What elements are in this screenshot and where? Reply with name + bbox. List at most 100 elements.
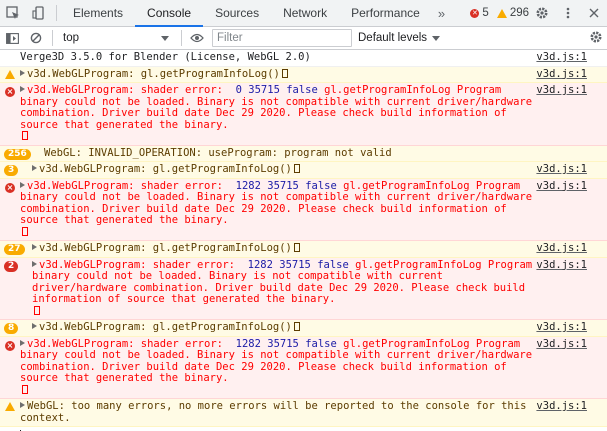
message-text: Verge3D 3.5.0 for Blender (License, WebG… bbox=[20, 51, 583, 64]
console-error-message[interactable]: × v3d.WebGLProgram: shader error: 0 35715… bbox=[0, 83, 607, 146]
error-arg: 1282 bbox=[235, 179, 261, 192]
more-tabs-button[interactable]: » bbox=[432, 6, 451, 21]
error-icon: × bbox=[5, 340, 15, 351]
message-body: WebGL: INVALID_OPERATION: useProgram: pr… bbox=[44, 146, 392, 159]
error-arg: 1282 bbox=[235, 337, 261, 350]
expand-triangle-icon[interactable] bbox=[20, 69, 25, 76]
message-text: v3d.WebGLProgram: shader error: 1282 357… bbox=[20, 179, 583, 239]
expand-triangle-icon[interactable] bbox=[32, 244, 37, 250]
error-arg: false bbox=[286, 84, 318, 96]
source-link[interactable]: v3d.js:1 bbox=[536, 242, 587, 255]
source-link[interactable]: v3d.js:1 bbox=[536, 68, 587, 81]
source-link[interactable]: v3d.js:1 bbox=[536, 338, 587, 351]
tab-performance[interactable]: Performance bbox=[339, 0, 432, 26]
message-text: WebGL: too many errors, no more errors w… bbox=[20, 400, 583, 424]
error-arg: false bbox=[305, 337, 337, 350]
warning-icon bbox=[5, 402, 15, 411]
message-body: v3d.WebGLProgram: gl.getProgramInfoLog() bbox=[39, 242, 292, 254]
error-icon: × bbox=[5, 87, 15, 97]
error-arg: 35715 bbox=[267, 179, 299, 192]
console-warning-message[interactable]: WebGL: too many errors, no more errors w… bbox=[0, 399, 607, 427]
object-preview-icon[interactable] bbox=[293, 243, 300, 252]
message-body: v3d.WebGLProgram: gl.getProgramInfoLog() bbox=[39, 163, 292, 175]
error-count-icon: ✕ bbox=[470, 8, 480, 18]
error-arg: false bbox=[305, 179, 337, 192]
console-error-message[interactable]: × v3d.WebGLProgram: shader error: 1282 35… bbox=[0, 178, 607, 241]
console-messages: Verge3D 3.5.0 for Blender (License, WebG… bbox=[0, 50, 607, 427]
source-link[interactable]: v3d.js:1 bbox=[536, 163, 587, 176]
expand-triangle-icon[interactable] bbox=[32, 165, 37, 171]
console-error-message[interactable]: × v3d.WebGLProgram: shader error: 1282 35… bbox=[0, 336, 607, 399]
source-link[interactable]: v3d.js:1 bbox=[536, 321, 587, 334]
divider bbox=[56, 5, 57, 21]
close-icon[interactable] bbox=[581, 0, 607, 26]
expand-triangle-icon[interactable] bbox=[20, 339, 25, 346]
error-arg: 0 bbox=[235, 84, 242, 96]
expand-triangle-icon[interactable] bbox=[20, 86, 25, 92]
message-text: v3d.WebGLProgram: gl.getProgramInfoLog() bbox=[32, 321, 583, 334]
console-warning-message[interactable]: 3 v3d.WebGLProgram: gl.getProgramInfoLog(… bbox=[0, 162, 607, 179]
console-warning-message[interactable]: 8 v3d.WebGLProgram: gl.getProgramInfoLog(… bbox=[0, 320, 607, 337]
tab-sources[interactable]: Sources bbox=[203, 0, 271, 26]
eye-icon[interactable] bbox=[186, 27, 208, 49]
expand-triangle-icon[interactable] bbox=[20, 181, 25, 188]
message-body: v3d.WebGLProgram: gl.getProgramInfoLog() bbox=[39, 321, 292, 333]
message-body: v3d.WebGLProgram: gl.getProgramInfoLog() bbox=[27, 67, 280, 80]
console-toolbar: top Filter Default levels bbox=[0, 27, 607, 50]
source-link[interactable]: v3d.js:1 bbox=[536, 84, 587, 97]
device-toolbar-icon[interactable] bbox=[26, 0, 52, 26]
object-preview-icon[interactable] bbox=[22, 384, 28, 394]
message-text: v3d.WebGLProgram: gl.getProgramInfoLog() bbox=[32, 163, 583, 176]
context-selector[interactable]: top bbox=[57, 27, 177, 49]
console-warning-message[interactable]: v3d.WebGLProgram: gl.getProgramInfoLog()… bbox=[0, 66, 607, 83]
issue-counts[interactable]: ✕ 5 296 bbox=[470, 0, 529, 26]
message-text: v3d.WebGLProgram: shader error: 1282 357… bbox=[20, 337, 583, 397]
source-link[interactable]: v3d.js:1 bbox=[536, 51, 587, 64]
error-count: 5 bbox=[482, 7, 489, 19]
filter-input[interactable]: Filter bbox=[212, 29, 352, 47]
gear-icon[interactable] bbox=[529, 0, 555, 26]
tab-elements[interactable]: Elements bbox=[61, 0, 135, 26]
console-log-message[interactable]: Verge3D 3.5.0 for Blender (License, WebG… bbox=[0, 50, 607, 67]
console-prompt[interactable]: › bbox=[0, 427, 607, 431]
inspect-element-icon[interactable] bbox=[0, 0, 26, 26]
log-levels-dropdown[interactable]: Default levels bbox=[358, 32, 441, 44]
tab-network[interactable]: Network bbox=[271, 0, 339, 26]
console-warning-message[interactable]: 27 v3d.WebGLProgram: gl.getProgramInfoLog… bbox=[0, 241, 607, 258]
repeat-count-badge: 256 bbox=[4, 148, 31, 160]
sidebar-toggle-icon[interactable] bbox=[0, 27, 24, 49]
tab-console[interactable]: Console bbox=[135, 0, 204, 27]
error-arg: false bbox=[317, 258, 349, 271]
object-preview-icon[interactable] bbox=[22, 226, 28, 236]
message-body: WebGL: too many errors, no more errors w… bbox=[20, 400, 533, 424]
error-icon: × bbox=[5, 182, 15, 193]
clear-console-icon[interactable] bbox=[24, 27, 48, 49]
source-link[interactable]: v3d.js:1 bbox=[536, 400, 587, 413]
expand-triangle-icon[interactable] bbox=[32, 260, 37, 267]
expand-triangle-icon[interactable] bbox=[32, 323, 37, 329]
message-text: v3d.WebGLProgram: gl.getProgramInfoLog() bbox=[32, 242, 583, 255]
divider bbox=[52, 30, 53, 46]
console-settings-icon[interactable] bbox=[589, 30, 603, 47]
object-preview-icon[interactable] bbox=[34, 305, 40, 315]
object-preview-icon[interactable] bbox=[293, 164, 300, 173]
message-body: Verge3D 3.5.0 for Blender (License, WebG… bbox=[20, 51, 311, 63]
error-arg: 35715 bbox=[267, 337, 299, 350]
console-error-message[interactable]: 2 v3d.WebGLProgram: shader error: 1282 35… bbox=[0, 257, 607, 320]
message-text: v3d.WebGLProgram: shader error: 1282 357… bbox=[32, 258, 583, 318]
more-options-icon[interactable] bbox=[555, 0, 581, 26]
object-preview-icon[interactable] bbox=[293, 322, 300, 331]
object-preview-icon[interactable] bbox=[22, 131, 28, 140]
source-link[interactable]: v3d.js:1 bbox=[536, 180, 587, 193]
chevron-down-icon bbox=[161, 36, 169, 41]
repeat-count-badge: 8 bbox=[4, 323, 19, 334]
object-preview-icon[interactable] bbox=[281, 68, 288, 78]
error-prefix: v3d.WebGLProgram: shader error: bbox=[27, 337, 236, 350]
source-link[interactable]: v3d.js:1 bbox=[536, 259, 587, 272]
error-prefix: v3d.WebGLProgram: shader error: bbox=[39, 258, 248, 271]
expand-triangle-icon[interactable] bbox=[20, 402, 25, 408]
message-text: WebGL: INVALID_OPERATION: useProgram: pr… bbox=[44, 146, 583, 160]
console-warning-message[interactable]: 256 WebGL: INVALID_OPERATION: useProgram:… bbox=[0, 145, 607, 162]
repeat-count-badge: 3 bbox=[4, 165, 19, 176]
message-text: v3d.WebGLProgram: gl.getProgramInfoLog() bbox=[20, 67, 583, 81]
